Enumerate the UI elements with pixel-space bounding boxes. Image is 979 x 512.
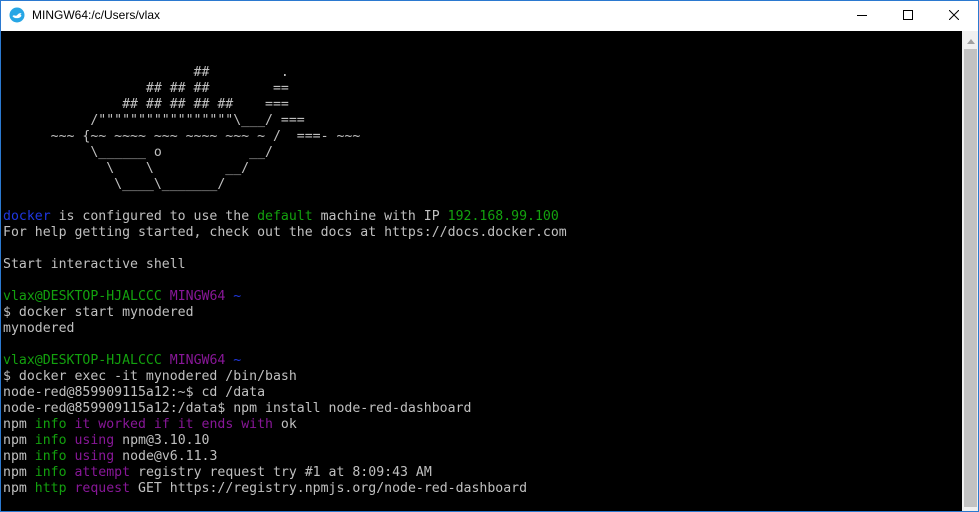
title-bar[interactable]: MINGW64:/c/Users/vlax [1, 1, 978, 31]
terminal-text: http [34, 481, 67, 496]
terminal-text: info [34, 449, 67, 464]
terminal-line: \ \ __/ [3, 161, 249, 177]
terminal-text: npm [3, 465, 35, 480]
terminal-line: $ docker exec -it mynodered /bin/bash [3, 369, 297, 385]
terminal-text: docker [3, 209, 51, 224]
terminal-line: vlax@DESKTOP-HJALCCC MINGW64 ~ [3, 289, 241, 305]
terminal-text: $ docker start mynodered [3, 305, 194, 320]
terminal-line: npm info using npm@3.10.10 [3, 433, 209, 449]
chevron-up-icon [966, 31, 975, 49]
terminal-text: ~ [225, 353, 242, 368]
terminal-text: MINGW64 [169, 353, 226, 368]
terminal-line: Start interactive shell [3, 257, 186, 273]
terminal-text: npm [3, 481, 35, 496]
terminal-text: npm [3, 417, 35, 432]
scroll-up-button[interactable] [962, 31, 978, 49]
close-button[interactable] [931, 1, 977, 31]
terminal-text: ~~~ {~~ ~~~~ ~~~ ~~~~ ~~~ ~ / ===- ~~~ [3, 129, 361, 144]
terminal-text: $ docker exec -it mynodered /bin/bash [3, 369, 297, 384]
mintty-icon[interactable] [9, 7, 25, 23]
terminal-window: MINGW64:/c/Users/vlax ## . ## ## ## == #… [0, 0, 979, 512]
terminal-line: ## ## ## == [3, 81, 289, 97]
terminal-text: is configured to use the [50, 209, 258, 224]
terminal-text: using [74, 433, 115, 448]
terminal-line: node-red@859909115a12:~$ cd /data [3, 385, 265, 401]
terminal-line: npm info attempt registry request try #1… [3, 465, 432, 481]
terminal-text: GET https://registry.npmjs.org/node-red-… [130, 481, 528, 496]
terminal-text: npm@3.10.10 [114, 433, 210, 448]
terminal-text: attempt [74, 465, 131, 480]
terminal-line: mynodered [3, 321, 74, 337]
terminal-text: it worked if it ends with [74, 417, 273, 432]
terminal-text: \ \ __/ [3, 161, 250, 176]
window-title: MINGW64:/c/Users/vlax [32, 8, 161, 22]
terminal-text: vlax@DESKTOP-HJALCCC [3, 353, 162, 368]
terminal-text: npm [3, 433, 35, 448]
terminal-text: vlax@DESKTOP-HJALCCC [3, 289, 162, 304]
minimize-icon [857, 7, 867, 25]
terminal-text: npm [3, 449, 35, 464]
terminal-line: ## ## ## ## ## === [3, 97, 289, 113]
terminal-text: request [74, 481, 131, 496]
terminal-text: For help getting started, check out the … [3, 225, 567, 240]
terminal-text: default [257, 209, 313, 224]
maximize-icon [903, 7, 913, 25]
terminal-text: 192.168.99.100 [447, 209, 559, 224]
terminal-line: /"""""""""""""""""\___/ === [3, 113, 305, 129]
terminal-text: ## ## ## ## ## === [3, 97, 289, 112]
terminal-line: docker is configured to use the default … [3, 209, 559, 225]
terminal-text: ## ## ## == [3, 81, 289, 96]
terminal-line: ## . [3, 65, 289, 81]
terminal-text: \____\_______/ [3, 177, 226, 192]
terminal-text: info [34, 465, 67, 480]
terminal-line: npm info it worked if it ends with ok [3, 417, 297, 433]
maximize-button[interactable] [885, 1, 931, 31]
terminal-line: npm info using node@v6.11.3 [3, 449, 217, 465]
terminal-text: ~ [225, 289, 242, 304]
terminal-text: machine with IP [312, 209, 448, 224]
terminal-text: node-red@859909115a12:/data$ npm install… [3, 401, 472, 416]
terminal-text: using [74, 449, 115, 464]
terminal-text: info [34, 433, 67, 448]
terminal-text: node@v6.11.3 [114, 449, 218, 464]
scrollbar-thumb[interactable] [964, 49, 977, 507]
vertical-scrollbar[interactable] [962, 31, 978, 511]
terminal-output[interactable]: ## . ## ## ## == ## ## ## ## ## === /"""… [1, 31, 962, 511]
terminal-line: ~~~ {~~ ~~~~ ~~~ ~~~~ ~~~ ~ / ===- ~~~ [3, 129, 361, 145]
terminal-line: npm http request GET https://registry.np… [3, 481, 527, 497]
close-icon [948, 7, 960, 25]
terminal-text: MINGW64 [169, 289, 226, 304]
terminal-text: node-red@859909115a12:~$ cd /data [3, 385, 266, 400]
terminal-text: info [34, 417, 67, 432]
terminal-line: \______ o __/ [3, 145, 273, 161]
terminal-text: ## . [3, 65, 289, 80]
terminal-line: For help getting started, check out the … [3, 225, 567, 241]
terminal-text: ok [272, 417, 297, 432]
terminal-text: /"""""""""""""""""\___/ === [3, 113, 305, 128]
terminal-line: $ docker start mynodered [3, 305, 194, 321]
terminal-text: registry request try #1 at 8:09:43 AM [130, 465, 432, 480]
terminal-text: mynodered [3, 321, 75, 336]
minimize-button[interactable] [839, 1, 885, 31]
terminal-line: vlax@DESKTOP-HJALCCC MINGW64 ~ [3, 353, 241, 369]
terminal-line: node-red@859909115a12:/data$ npm install… [3, 401, 471, 417]
terminal-text: Start interactive shell [3, 257, 186, 272]
terminal-line: \____\_______/ [3, 177, 225, 193]
terminal-text: \______ o __/ [3, 145, 273, 160]
